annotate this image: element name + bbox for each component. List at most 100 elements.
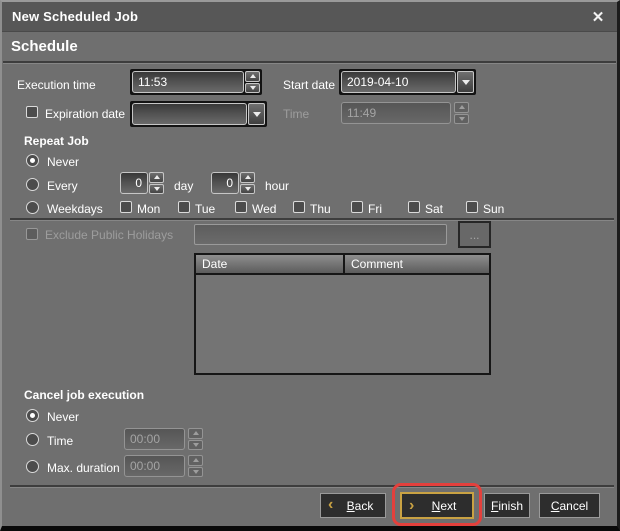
back-button-label: Back <box>347 499 374 513</box>
separator <box>10 218 614 221</box>
spin-up-button[interactable] <box>149 172 164 183</box>
spin-down-button[interactable] <box>454 114 469 125</box>
browse-button-label: ... <box>469 228 479 242</box>
triangle-down-icon <box>245 187 251 191</box>
weekday-wed-checkbox[interactable] <box>235 201 247 213</box>
triangle-down-icon <box>193 443 199 447</box>
cancel-never-label: Never <box>47 410 79 424</box>
exclude-holidays-input[interactable] <box>194 224 447 245</box>
cancel-time-field-group <box>124 428 203 450</box>
expiration-date-label: Expiration date <box>45 107 125 121</box>
repeat-weekdays-label: Weekdays <box>47 202 103 216</box>
cancel-job-title: Cancel job execution <box>24 388 144 402</box>
holiday-table-header: Date Comment <box>196 255 489 275</box>
cancel-duration-input[interactable] <box>124 455 185 477</box>
chevron-right-icon: › <box>409 498 414 514</box>
start-date-input[interactable] <box>341 71 456 93</box>
separator <box>10 485 614 488</box>
spin-down-button[interactable] <box>188 467 203 478</box>
triangle-down-icon <box>193 470 199 474</box>
cancel-duration-radio[interactable] <box>26 460 39 473</box>
time-spinner <box>454 102 469 124</box>
repeat-never-label: Never <box>47 155 79 169</box>
spin-up-button[interactable] <box>188 428 203 439</box>
cancel-duration-field-group <box>124 455 203 477</box>
start-date-dropdown-button[interactable] <box>457 71 474 93</box>
start-date-label: Start date <box>283 78 335 92</box>
weekday-sun-label: Sun <box>483 202 504 216</box>
cancel-time-spinner <box>188 428 203 450</box>
every-hour-input[interactable] <box>211 172 239 194</box>
chevron-left-icon: ‹ <box>328 497 333 513</box>
column-header-comment[interactable]: Comment <box>345 255 489 273</box>
separator <box>3 61 616 64</box>
start-date-field-group <box>339 69 476 95</box>
weekday-thu-checkbox[interactable] <box>293 201 305 213</box>
spin-up-button[interactable] <box>245 71 260 82</box>
weekday-sat-label: Sat <box>425 202 443 216</box>
weekday-tue-checkbox[interactable] <box>178 201 190 213</box>
every-hour-spinner <box>240 172 255 194</box>
holiday-table[interactable]: Date Comment <box>194 253 491 375</box>
triangle-down-icon <box>462 80 470 85</box>
exclude-holidays-label: Exclude Public Holidays <box>45 228 173 242</box>
close-button[interactable]: ✕ <box>587 6 609 28</box>
spin-down-button[interactable] <box>240 184 255 195</box>
time-field-group <box>341 102 469 124</box>
cancel-duration-label: Max. duration <box>47 461 120 475</box>
triangle-down-icon <box>459 117 465 121</box>
spin-up-button[interactable] <box>188 455 203 466</box>
finish-button-label: Finish <box>491 499 523 513</box>
triangle-up-icon <box>459 105 465 109</box>
weekday-sat-checkbox[interactable] <box>408 201 420 213</box>
weekday-mon-label: Mon <box>137 202 160 216</box>
wizard-step-title: Schedule <box>11 38 78 55</box>
spin-down-button[interactable] <box>245 83 260 94</box>
every-day-input[interactable] <box>120 172 148 194</box>
time-input[interactable] <box>341 102 451 124</box>
repeat-every-radio[interactable] <box>26 178 39 191</box>
expiration-date-checkbox[interactable] <box>26 106 38 118</box>
execution-time-input[interactable] <box>132 71 244 93</box>
weekday-fri-checkbox[interactable] <box>351 201 363 213</box>
titlebar: New Scheduled Job ✕ <box>2 2 617 32</box>
execution-time-field-group <box>130 69 262 95</box>
next-button[interactable]: › Next <box>400 492 474 519</box>
expiration-date-field-group <box>130 101 267 127</box>
expiration-date-input[interactable] <box>132 103 247 125</box>
time-label: Time <box>283 107 309 121</box>
spin-up-button[interactable] <box>454 102 469 113</box>
cancel-never-radio[interactable] <box>26 409 39 422</box>
back-button[interactable]: ‹ Back <box>320 493 386 518</box>
spin-up-button[interactable] <box>240 172 255 183</box>
column-header-date[interactable]: Date <box>196 255 345 273</box>
spin-down-button[interactable] <box>149 184 164 195</box>
weekday-thu-label: Thu <box>310 202 331 216</box>
weekday-sun-checkbox[interactable] <box>466 201 478 213</box>
triangle-down-icon <box>154 187 160 191</box>
cancel-button-label: Cancel <box>551 499 588 513</box>
execution-time-spinner <box>245 71 260 93</box>
repeat-weekdays-radio[interactable] <box>26 201 39 214</box>
weekday-mon-checkbox[interactable] <box>120 201 132 213</box>
triangle-down-icon <box>250 86 256 90</box>
finish-button[interactable]: Finish <box>484 493 530 518</box>
browse-holidays-button[interactable]: ... <box>458 221 491 248</box>
new-scheduled-job-dialog: New Scheduled Job ✕ Schedule Execution t… <box>0 0 620 531</box>
every-day-field-group <box>120 172 164 194</box>
every-day-spinner <box>149 172 164 194</box>
cancel-time-radio[interactable] <box>26 433 39 446</box>
execution-time-label: Execution time <box>17 78 96 92</box>
day-label: day <box>174 179 193 193</box>
spin-down-button[interactable] <box>188 440 203 451</box>
triangle-up-icon <box>193 458 199 462</box>
exclude-holidays-checkbox[interactable] <box>26 228 38 240</box>
repeat-never-radio[interactable] <box>26 154 39 167</box>
cancel-button[interactable]: Cancel <box>539 493 600 518</box>
close-icon: ✕ <box>592 8 605 26</box>
cancel-duration-spinner <box>188 455 203 477</box>
repeat-every-label: Every <box>47 179 78 193</box>
cancel-time-input[interactable] <box>124 428 185 450</box>
expiration-date-dropdown-button[interactable] <box>248 103 265 125</box>
triangle-up-icon <box>193 431 199 435</box>
